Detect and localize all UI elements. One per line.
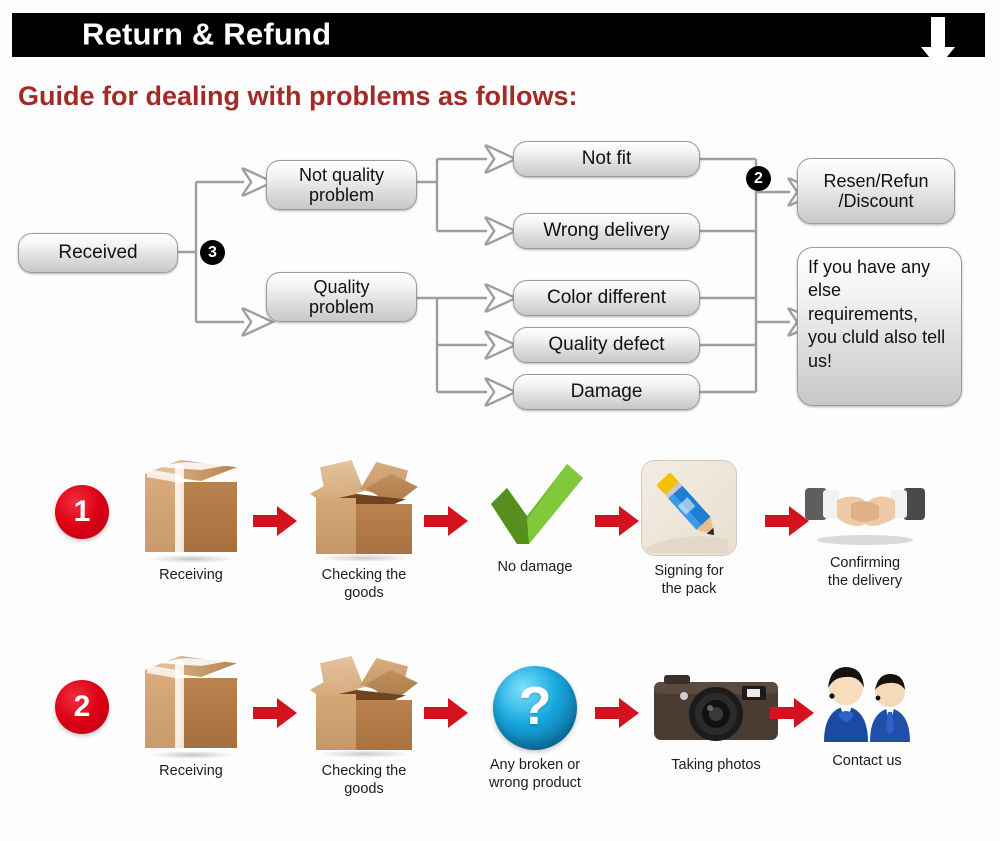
process-step-label: Checking the goods [321, 567, 407, 602]
flow-node-not-fit[interactable]: Not fit [513, 141, 700, 177]
flow-node-quality-defect[interactable]: Quality defect [513, 327, 700, 363]
process-row-1: 1 Receiving Checking the goods No damage… [0, 460, 1000, 650]
support-agents-icon [812, 656, 922, 746]
flowchart: Received 3 Not quality problem Quality p… [0, 130, 1000, 430]
process-step-label: Any broken or wrong product [489, 757, 581, 792]
flow-node-received[interactable]: Received [18, 233, 178, 273]
process-step-label: Receiving [159, 567, 223, 583]
green-check-icon [483, 460, 587, 552]
process-step-label: No damage [497, 559, 573, 575]
row-number-badge: 1 [55, 485, 109, 539]
process-row-2: 2 Receiving Checking the goods ? Any bro… [0, 648, 1000, 838]
process-step[interactable]: ? Any broken or wrong product [476, 666, 594, 792]
process-step[interactable]: Receiving [132, 460, 250, 584]
flow-node-else-requirements[interactable]: If you have any else requirements, you c… [797, 247, 962, 406]
open-box-icon [310, 656, 418, 758]
process-step[interactable]: Contact us [808, 656, 926, 770]
red-arrow-icon [424, 506, 468, 536]
process-step[interactable]: Signing for the pack [630, 460, 748, 598]
pencil-signing-icon [641, 460, 737, 556]
flow-node-not-quality-problem[interactable]: Not quality problem [266, 160, 417, 210]
red-arrow-icon [595, 698, 639, 728]
process-step[interactable]: Checking the goods [305, 460, 423, 602]
process-step-label: Receiving [159, 763, 223, 779]
process-step[interactable]: Receiving [132, 656, 250, 780]
process-step[interactable]: Taking photos [650, 666, 782, 774]
question-mark-icon: ? [493, 666, 577, 750]
process-step[interactable]: Checking the goods [305, 656, 423, 798]
flow-node-resend-refund-discount[interactable]: Resen/Refun /Discount [797, 158, 955, 224]
page-title: Return & Refund [82, 16, 332, 52]
process-step-label: Confirming the delivery [827, 555, 903, 590]
flow-node-wrong-delivery[interactable]: Wrong delivery [513, 213, 700, 249]
process-step[interactable]: Confirming the delivery [800, 474, 930, 590]
guide-heading: Guide for dealing with problems as follo… [18, 81, 578, 111]
camera-icon [650, 666, 782, 750]
process-step-label: Taking photos [671, 757, 761, 773]
branch-marker-3: 3 [200, 240, 225, 265]
process-step-label: Contact us [832, 753, 902, 769]
process-step[interactable]: No damage [476, 460, 594, 576]
red-arrow-icon [253, 698, 297, 728]
closed-box-icon [145, 656, 237, 759]
handshake-icon [805, 474, 925, 548]
header-banner: Return & Refund [12, 13, 985, 68]
flow-node-color-different[interactable]: Color different [513, 280, 700, 316]
outcome-marker-2: 2 [746, 166, 771, 191]
flow-node-damage[interactable]: Damage [513, 374, 700, 410]
flow-node-quality-problem[interactable]: Quality problem [266, 272, 417, 322]
arrow-down-icon [921, 17, 955, 68]
open-box-icon [310, 460, 418, 562]
red-arrow-icon [253, 506, 297, 536]
row-number-badge: 2 [55, 680, 109, 734]
red-arrow-icon [424, 698, 468, 728]
closed-box-icon [145, 460, 237, 563]
process-step-label: Checking the goods [321, 763, 407, 798]
process-step-label: Signing for the pack [654, 563, 724, 598]
